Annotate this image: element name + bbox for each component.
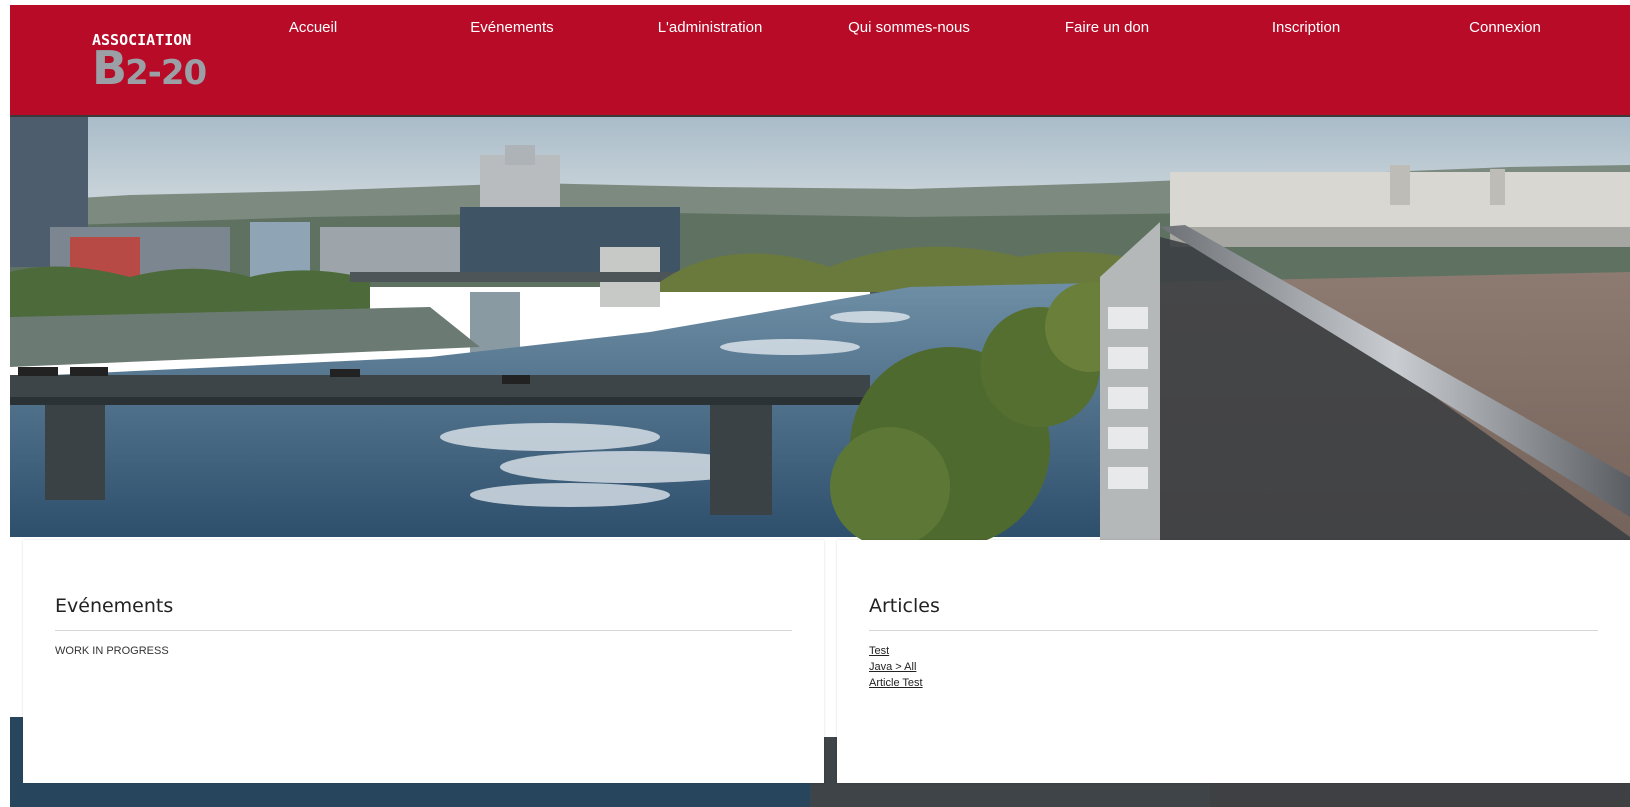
articles-card-title: Articles — [869, 595, 1598, 631]
nav-accueil[interactable]: Accueil — [289, 19, 337, 36]
events-card-title: Evénements — [55, 595, 792, 631]
article-link-article-test[interactable]: Article Test — [869, 677, 923, 689]
list-item: Article Test — [869, 675, 1598, 691]
events-card-text: WORK IN PROGRESS — [55, 645, 169, 657]
articles-card: Articles Test Java > All Article Test — [837, 540, 1630, 783]
events-card: Evénements WORK IN PROGRESS — [23, 540, 824, 783]
logo-number: 2-20 — [125, 53, 207, 93]
nav-faire-un-don[interactable]: Faire un don — [1065, 19, 1149, 36]
nav-qui-sommes-nous[interactable]: Qui sommes-nous — [848, 19, 970, 36]
main-nav: Accueil Evénements L'administration Qui … — [10, 19, 1630, 39]
site-header: ASSOCIATION B2-20 Accueil Evénements L'a… — [10, 5, 1630, 117]
nav-administration[interactable]: L'administration — [658, 19, 763, 36]
page: ASSOCIATION B2-20 Accueil Evénements L'a… — [0, 0, 1630, 807]
nav-inscription[interactable]: Inscription — [1272, 19, 1340, 36]
logo-mark: B2-20 — [92, 45, 207, 93]
logo-b-letter: B — [92, 41, 127, 95]
list-item: Java > All — [869, 659, 1598, 675]
association-logo[interactable]: ASSOCIATION B2-20 — [92, 31, 212, 91]
nav-evenements[interactable]: Evénements — [470, 19, 553, 36]
article-list: Test Java > All Article Test — [869, 643, 1598, 691]
article-link-test[interactable]: Test — [869, 645, 889, 657]
nav-connexion[interactable]: Connexion — [1469, 19, 1541, 36]
article-link-java-all[interactable]: Java > All — [869, 661, 916, 673]
list-item: Test — [869, 643, 1598, 659]
